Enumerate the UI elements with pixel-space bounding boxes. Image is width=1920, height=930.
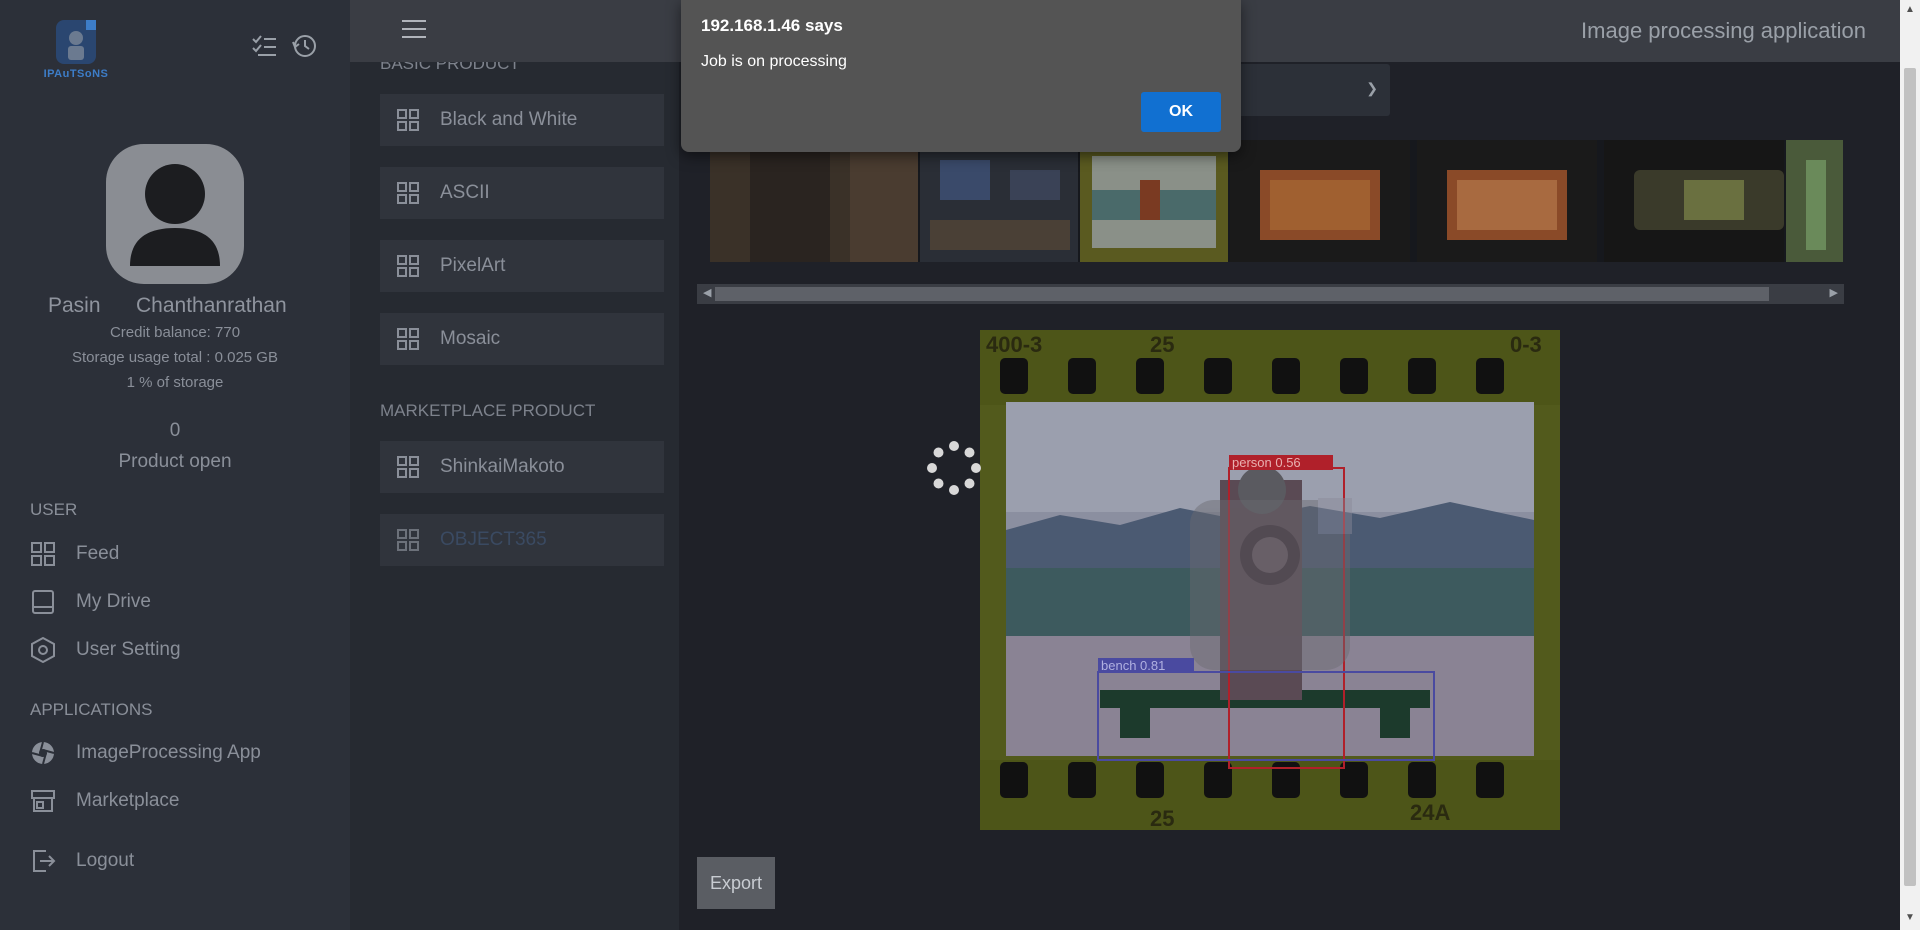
film-edge-number: 400-3 xyxy=(986,332,1042,357)
product-mosaic[interactable]: Mosaic xyxy=(380,313,664,365)
thumbnail-scrollbar[interactable]: ◀ ▶ xyxy=(697,284,1844,304)
nav-label-my-drive: My Drive xyxy=(76,591,151,612)
film-edge-number: 25 xyxy=(1150,332,1174,357)
nav-item-feed[interactable]: Feed xyxy=(30,537,330,571)
task-list-icon[interactable] xyxy=(250,32,278,60)
user-silhouette-icon xyxy=(130,164,220,266)
scrollbar-thumb[interactable] xyxy=(715,287,1769,301)
app-logo[interactable]: IPAuTSoNS xyxy=(38,16,114,80)
thumbnail-image[interactable] xyxy=(710,140,918,262)
export-button[interactable]: Export xyxy=(697,857,775,909)
credit-balance: Credit balance: 770 xyxy=(109,324,241,341)
product-open-label: Product open xyxy=(118,451,232,472)
store-icon xyxy=(30,788,56,814)
nav-label-marketplace: Marketplace xyxy=(76,790,180,811)
grid-icon xyxy=(396,254,420,278)
thumbnail-image[interactable] xyxy=(1230,140,1410,262)
applications-section-label: APPLICATIONS xyxy=(30,700,153,719)
logo-icon xyxy=(56,20,96,64)
thumbnail-image[interactable] xyxy=(920,140,1078,262)
product-object365[interactable]: OBJECT365 xyxy=(380,514,664,566)
thumbnail-image[interactable] xyxy=(1786,140,1843,262)
scroll-right-icon[interactable]: ▶ xyxy=(1830,286,1838,299)
loading-spinner-icon xyxy=(927,441,981,495)
product-label: ASCII xyxy=(440,182,490,203)
page-scrollbar-thumb[interactable] xyxy=(1904,68,1916,886)
nav-item-imageprocessing-app[interactable]: ImageProcessing App xyxy=(30,736,330,770)
film-edge-number: 24A xyxy=(1410,800,1450,825)
thumbnail-image[interactable] xyxy=(1417,140,1597,262)
scroll-left-icon[interactable]: ◀ xyxy=(703,286,711,299)
thumbnail-image[interactable] xyxy=(1080,140,1228,262)
profile-last-name: Chanthanrathan xyxy=(136,294,287,317)
history-icon[interactable] xyxy=(290,32,318,60)
product-label: ShinkaiMakoto xyxy=(440,456,565,477)
scroll-up-icon[interactable]: ▲ xyxy=(1905,4,1915,15)
scroll-down-icon[interactable]: ▼ xyxy=(1905,912,1915,923)
user-section-label: USER xyxy=(30,500,78,519)
profile-first-name: Pasin xyxy=(48,294,101,317)
grid-icon xyxy=(396,108,420,132)
alert-message: Job is on processing xyxy=(701,53,847,70)
image-thumbnail-strip xyxy=(710,140,1843,262)
product-ascii[interactable]: ASCII xyxy=(380,167,664,219)
nav-label-user-setting: User Setting xyxy=(76,639,181,660)
logo-text: IPAuTSoNS xyxy=(43,68,109,80)
watermark-camera-icon xyxy=(1190,498,1352,670)
storage-percent: 1 % of storage xyxy=(126,374,224,391)
product-label: Black and White xyxy=(440,109,578,130)
avatar xyxy=(106,144,244,284)
logout-button[interactable]: Logout xyxy=(30,844,330,878)
thumbnail-image[interactable] xyxy=(1604,140,1784,262)
film-edge-number: 25 xyxy=(1150,806,1174,830)
film-edge-number: 0-3 xyxy=(1510,332,1542,357)
product-pixelart[interactable]: PixelArt xyxy=(380,240,664,292)
nav-item-user-setting[interactable]: User Setting xyxy=(30,633,330,667)
sidebar: IPAuTSoNS Pasin Chanthanrathan Credit ba… xyxy=(0,0,350,930)
alert-ok-button[interactable]: OK xyxy=(1141,92,1221,132)
product-label: Mosaic xyxy=(440,328,501,349)
grid-icon xyxy=(396,181,420,205)
product-label: OBJECT365 xyxy=(440,529,547,550)
bench-detection-label: bench 0.81 xyxy=(1101,658,1165,673)
person-detection-label: person 0.56 xyxy=(1232,455,1301,470)
logout-icon xyxy=(30,848,56,874)
result-image: person 0.56 bench 0.81 400-3 25 0-3 25 2… xyxy=(980,330,1560,830)
grid-icon xyxy=(30,541,56,567)
marketplace-product-label: MARKETPLACE PRODUCT xyxy=(380,401,596,420)
nav-item-marketplace[interactable]: Marketplace xyxy=(30,784,330,818)
chevron-down-icon: ❯ xyxy=(1366,80,1378,96)
nav-label-imageprocessing-app: ImageProcessing App xyxy=(76,742,261,763)
grid-icon xyxy=(396,528,420,552)
logout-label: Logout xyxy=(76,850,135,871)
nav-item-my-drive[interactable]: My Drive xyxy=(30,585,330,619)
app-title: Image processing application xyxy=(1581,18,1866,43)
product-black-and-white[interactable]: Black and White xyxy=(380,94,664,146)
product-open-count: 0 xyxy=(169,420,181,441)
page-scrollbar[interactable]: ▲ ▼ xyxy=(1900,0,1920,930)
alert-title: 192.168.1.46 says xyxy=(701,16,843,35)
drive-icon xyxy=(30,589,56,615)
grid-icon xyxy=(396,455,420,479)
product-shinkaimakoto[interactable]: ShinkaiMakoto xyxy=(380,441,664,493)
nav-label-feed: Feed xyxy=(76,543,120,564)
alert-dialog: 192.168.1.46 says Job is on processing O… xyxy=(681,0,1241,152)
hamburger-menu-icon[interactable] xyxy=(402,20,426,42)
product-panel: BASIC PRODUCT Black and White ASCII Pixe… xyxy=(350,0,679,930)
storage-usage: Storage usage total : 0.025 GB xyxy=(72,349,278,366)
aperture-icon xyxy=(30,740,56,766)
product-label: PixelArt xyxy=(440,255,506,276)
settings-hex-icon xyxy=(30,637,56,663)
grid-icon xyxy=(396,327,420,351)
